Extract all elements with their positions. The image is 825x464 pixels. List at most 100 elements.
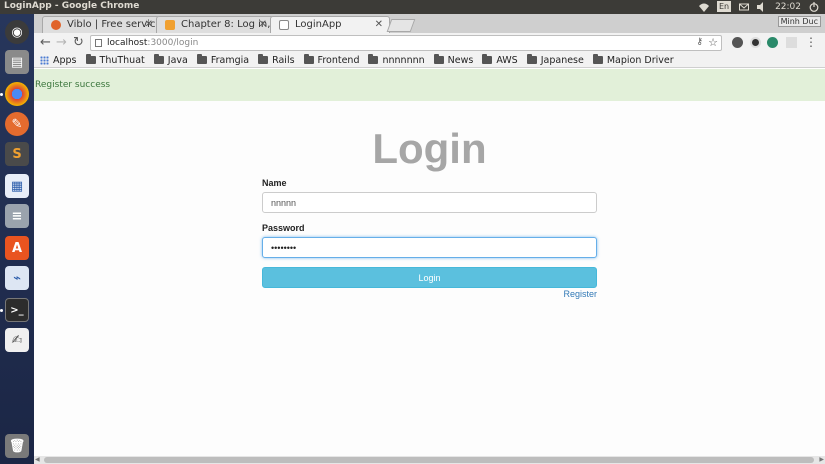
bookmark-folder[interactable]: ThuThuat — [85, 54, 145, 66]
keyboard-lang-indicator[interactable]: En — [716, 1, 732, 12]
bookmark-label: Frontend — [317, 54, 360, 66]
page-favicon-icon — [165, 20, 175, 30]
bookmark-folder[interactable]: Rails — [258, 54, 295, 66]
scroll-right-arrow-icon[interactable]: ▶ — [819, 456, 824, 463]
extension-icon[interactable] — [750, 37, 761, 48]
extension-icon[interactable] — [732, 37, 743, 48]
bookmark-label: Java — [167, 54, 188, 66]
power-icon[interactable] — [809, 1, 819, 12]
launcher: ◉ ▤ ✎ S ▦ ≡ A ⌁ >_ ✍ 🗑 — [0, 14, 34, 464]
tab-loginapp[interactable]: LoginApp ✕ — [270, 16, 390, 33]
password-input[interactable]: •••••••• — [262, 237, 597, 258]
clock[interactable]: 22:02 — [775, 2, 801, 12]
login-button[interactable]: Login — [262, 267, 597, 288]
page-info-icon[interactable] — [95, 39, 102, 47]
database-icon[interactable]: ≡ — [5, 204, 29, 228]
bookmark-label: Japanese — [540, 54, 584, 66]
wifi-icon[interactable] — [698, 2, 709, 12]
folder-icon — [196, 54, 207, 64]
bookmark-folder[interactable]: Frontend — [303, 54, 360, 66]
bookmark-star-icon[interactable]: ☆ — [708, 36, 718, 49]
bookmark-folder[interactable]: Japanese — [526, 54, 584, 66]
folder-icon — [303, 54, 314, 64]
viblo-favicon-icon — [51, 20, 61, 30]
tab-chapter8[interactable]: Chapter 8: Log in, lo ✕ — [156, 16, 274, 33]
bookmark-folder[interactable]: Mapion Driver — [592, 54, 674, 66]
forward-arrow-icon[interactable]: → — [56, 36, 67, 49]
bookmark-label: Rails — [272, 54, 295, 66]
address-bar[interactable]: localhost:3000/login ⚷ ☆ — [90, 35, 722, 51]
browser-toolbar: ← → ↻ localhost:3000/login ⚷ ☆ ⋮ — [34, 33, 825, 53]
reload-icon[interactable]: ↻ — [73, 36, 84, 49]
profile-label[interactable]: Minh Duc — [777, 16, 821, 27]
system-tray: En 22:02 — [698, 1, 819, 12]
folder-icon — [368, 54, 379, 64]
success-alert: Register success — [34, 69, 825, 101]
mail-icon[interactable] — [739, 2, 750, 12]
name-input[interactable]: nnnnn — [262, 192, 597, 213]
folder-icon — [433, 54, 444, 64]
bookmark-folder[interactable]: News — [433, 54, 474, 66]
password-key-icon[interactable]: ⚷ — [696, 37, 703, 47]
password-label: Password — [262, 223, 305, 233]
page-title: Login — [372, 125, 487, 172]
terminal-icon[interactable]: >_ — [5, 298, 29, 322]
scroll-left-arrow-icon[interactable]: ◀ — [35, 456, 40, 463]
text-editor-icon[interactable]: ✍ — [5, 328, 29, 352]
bookmark-label: nnnnnnn — [382, 54, 425, 66]
bookmark-folder[interactable]: AWS — [482, 54, 518, 66]
url-host: localhost — [107, 38, 148, 48]
bookmark-label: Framgia — [210, 54, 250, 66]
url-path: :3000/login — [147, 38, 199, 48]
folder-icon — [153, 54, 164, 64]
scrollbar-thumb[interactable] — [44, 457, 814, 463]
name-label: Name — [262, 178, 287, 188]
page-viewport: Register success Login Name nnnnn Passwo… — [34, 69, 825, 456]
folder-icon — [85, 54, 96, 64]
folder-icon — [526, 54, 537, 64]
close-tab-icon[interactable]: ✕ — [259, 19, 267, 30]
window-title: LoginApp - Google Chrome — [4, 1, 140, 11]
page-favicon-icon — [279, 20, 289, 30]
tab-viblo[interactable]: Viblo | Free service ✕ — [42, 16, 160, 33]
software-center-icon[interactable]: A — [5, 236, 29, 260]
close-tab-icon[interactable]: ✕ — [375, 19, 383, 30]
bookmark-apps[interactable]: Apps — [40, 55, 77, 66]
tab-label: LoginApp — [295, 19, 342, 30]
horizontal-scrollbar[interactable]: ◀ ▶ — [34, 456, 825, 464]
bookmark-folder[interactable]: Framgia — [196, 54, 250, 66]
folder-icon — [592, 54, 603, 64]
mysql-workbench-icon[interactable]: ⌁ — [5, 266, 29, 290]
bookmarks-bar: Apps ThuThuat Java Framgia Rails Fronten… — [34, 53, 825, 68]
back-arrow-icon[interactable]: ← — [40, 36, 51, 49]
postman-icon[interactable]: ✎ — [5, 112, 29, 136]
folder-icon — [482, 54, 493, 64]
bookmark-label: Apps — [53, 54, 77, 66]
register-link[interactable]: Register — [563, 289, 597, 299]
sublime-text-icon[interactable]: S — [5, 142, 29, 166]
bookmark-label: ThuThuat — [99, 54, 145, 66]
bookmark-label: AWS — [496, 54, 518, 66]
chrome-menu-icon[interactable]: ⋮ — [805, 35, 817, 49]
new-tab-button[interactable] — [386, 19, 416, 32]
extension-icon[interactable] — [786, 37, 797, 48]
bookmark-label: Mapion Driver — [606, 54, 674, 66]
close-tab-icon[interactable]: ✕ — [145, 19, 153, 30]
volume-icon[interactable] — [757, 1, 767, 12]
browser-window: Viblo | Free service ✕ Chapter 8: Log in… — [34, 14, 825, 464]
chrome-icon[interactable] — [5, 82, 29, 106]
bookmark-folder[interactable]: nnnnnnn — [368, 54, 425, 66]
files-icon[interactable]: ▤ — [5, 50, 29, 74]
bookmark-label: News — [447, 54, 474, 66]
running-indicator — [0, 309, 3, 312]
tab-strip: Viblo | Free service ✕ Chapter 8: Log in… — [34, 14, 825, 33]
system-top-bar: LoginApp - Google Chrome En 22:02 — [0, 0, 825, 14]
apps-icon — [40, 55, 49, 65]
ubuntu-dash-icon[interactable]: ◉ — [5, 20, 29, 44]
extension-icon[interactable] — [767, 37, 778, 48]
running-indicator — [0, 93, 3, 96]
trash-icon[interactable]: 🗑 — [5, 434, 29, 458]
writer-icon[interactable]: ▦ — [5, 174, 29, 198]
folder-icon — [258, 54, 269, 64]
bookmark-folder[interactable]: Java — [153, 54, 188, 66]
